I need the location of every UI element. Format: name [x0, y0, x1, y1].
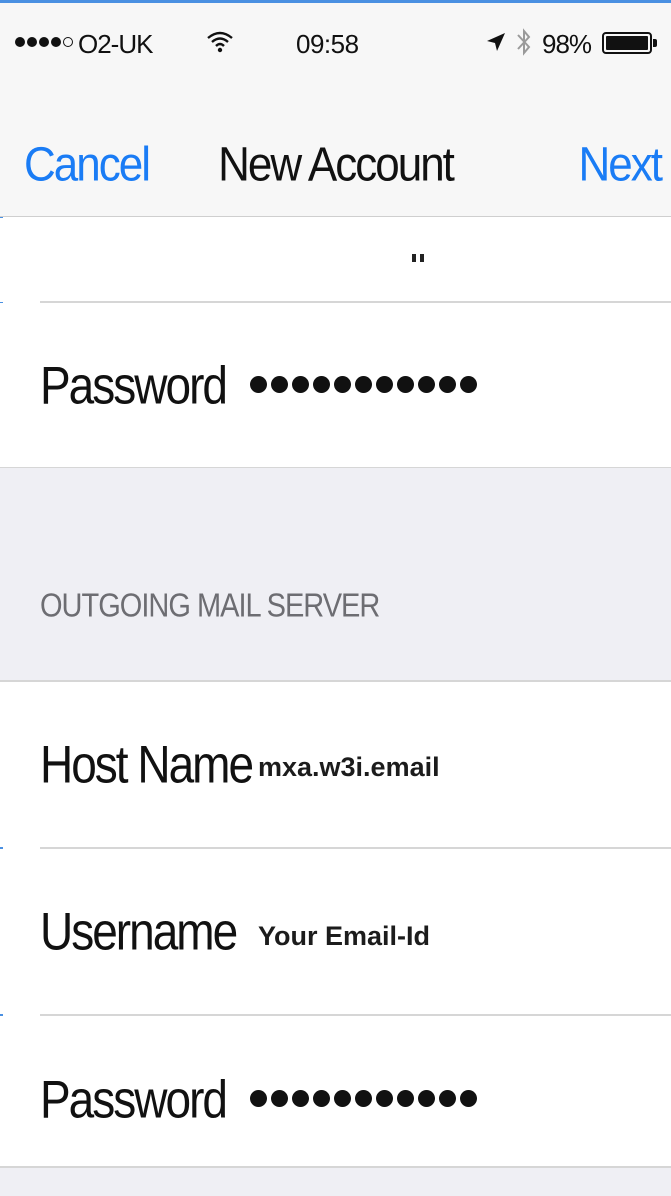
username-row[interactable]: Username Your Email-Id — [0, 849, 671, 1014]
navigation-bar: New Account Cancel Next — [0, 85, 671, 217]
location-arrow-icon — [487, 33, 505, 51]
scrolled-off-row[interactable] — [0, 218, 671, 302]
section-gap — [0, 468, 671, 680]
incoming-password-row[interactable]: Password — [0, 303, 671, 467]
username-field[interactable]: Your Email-Id — [258, 921, 430, 952]
incoming-password-label: Password — [40, 355, 228, 415]
next-button[interactable]: Next — [579, 138, 663, 193]
username-label: Username — [40, 901, 238, 961]
bluetooth-icon — [517, 28, 531, 56]
carrier-name: O2-UK — [78, 29, 153, 59]
host-name-field[interactable]: mxa.w3i.email — [258, 752, 440, 783]
host-name-label: Host Name — [40, 734, 254, 794]
incoming-password-field[interactable] — [250, 376, 477, 393]
status-bar: O2-UK 09:58 98% — [0, 3, 671, 85]
outgoing-password-field[interactable] — [250, 1090, 477, 1107]
outgoing-password-row[interactable]: Password — [0, 1016, 671, 1168]
battery-icon — [602, 32, 657, 54]
bottom-gap — [0, 1168, 671, 1196]
status-time: 09:58 — [296, 29, 359, 59]
section-header-outgoing: OUTGOING MAIL SERVER — [40, 587, 380, 625]
host-name-row[interactable]: Host Name mxa.w3i.email — [0, 682, 671, 847]
cancel-button[interactable]: Cancel — [24, 138, 151, 193]
battery-percent: 98% — [542, 29, 592, 59]
outgoing-password-label: Password — [40, 1069, 228, 1129]
cropped-text-tail — [412, 254, 424, 262]
wifi-icon — [207, 31, 233, 53]
signal-strength-icon — [15, 37, 73, 47]
